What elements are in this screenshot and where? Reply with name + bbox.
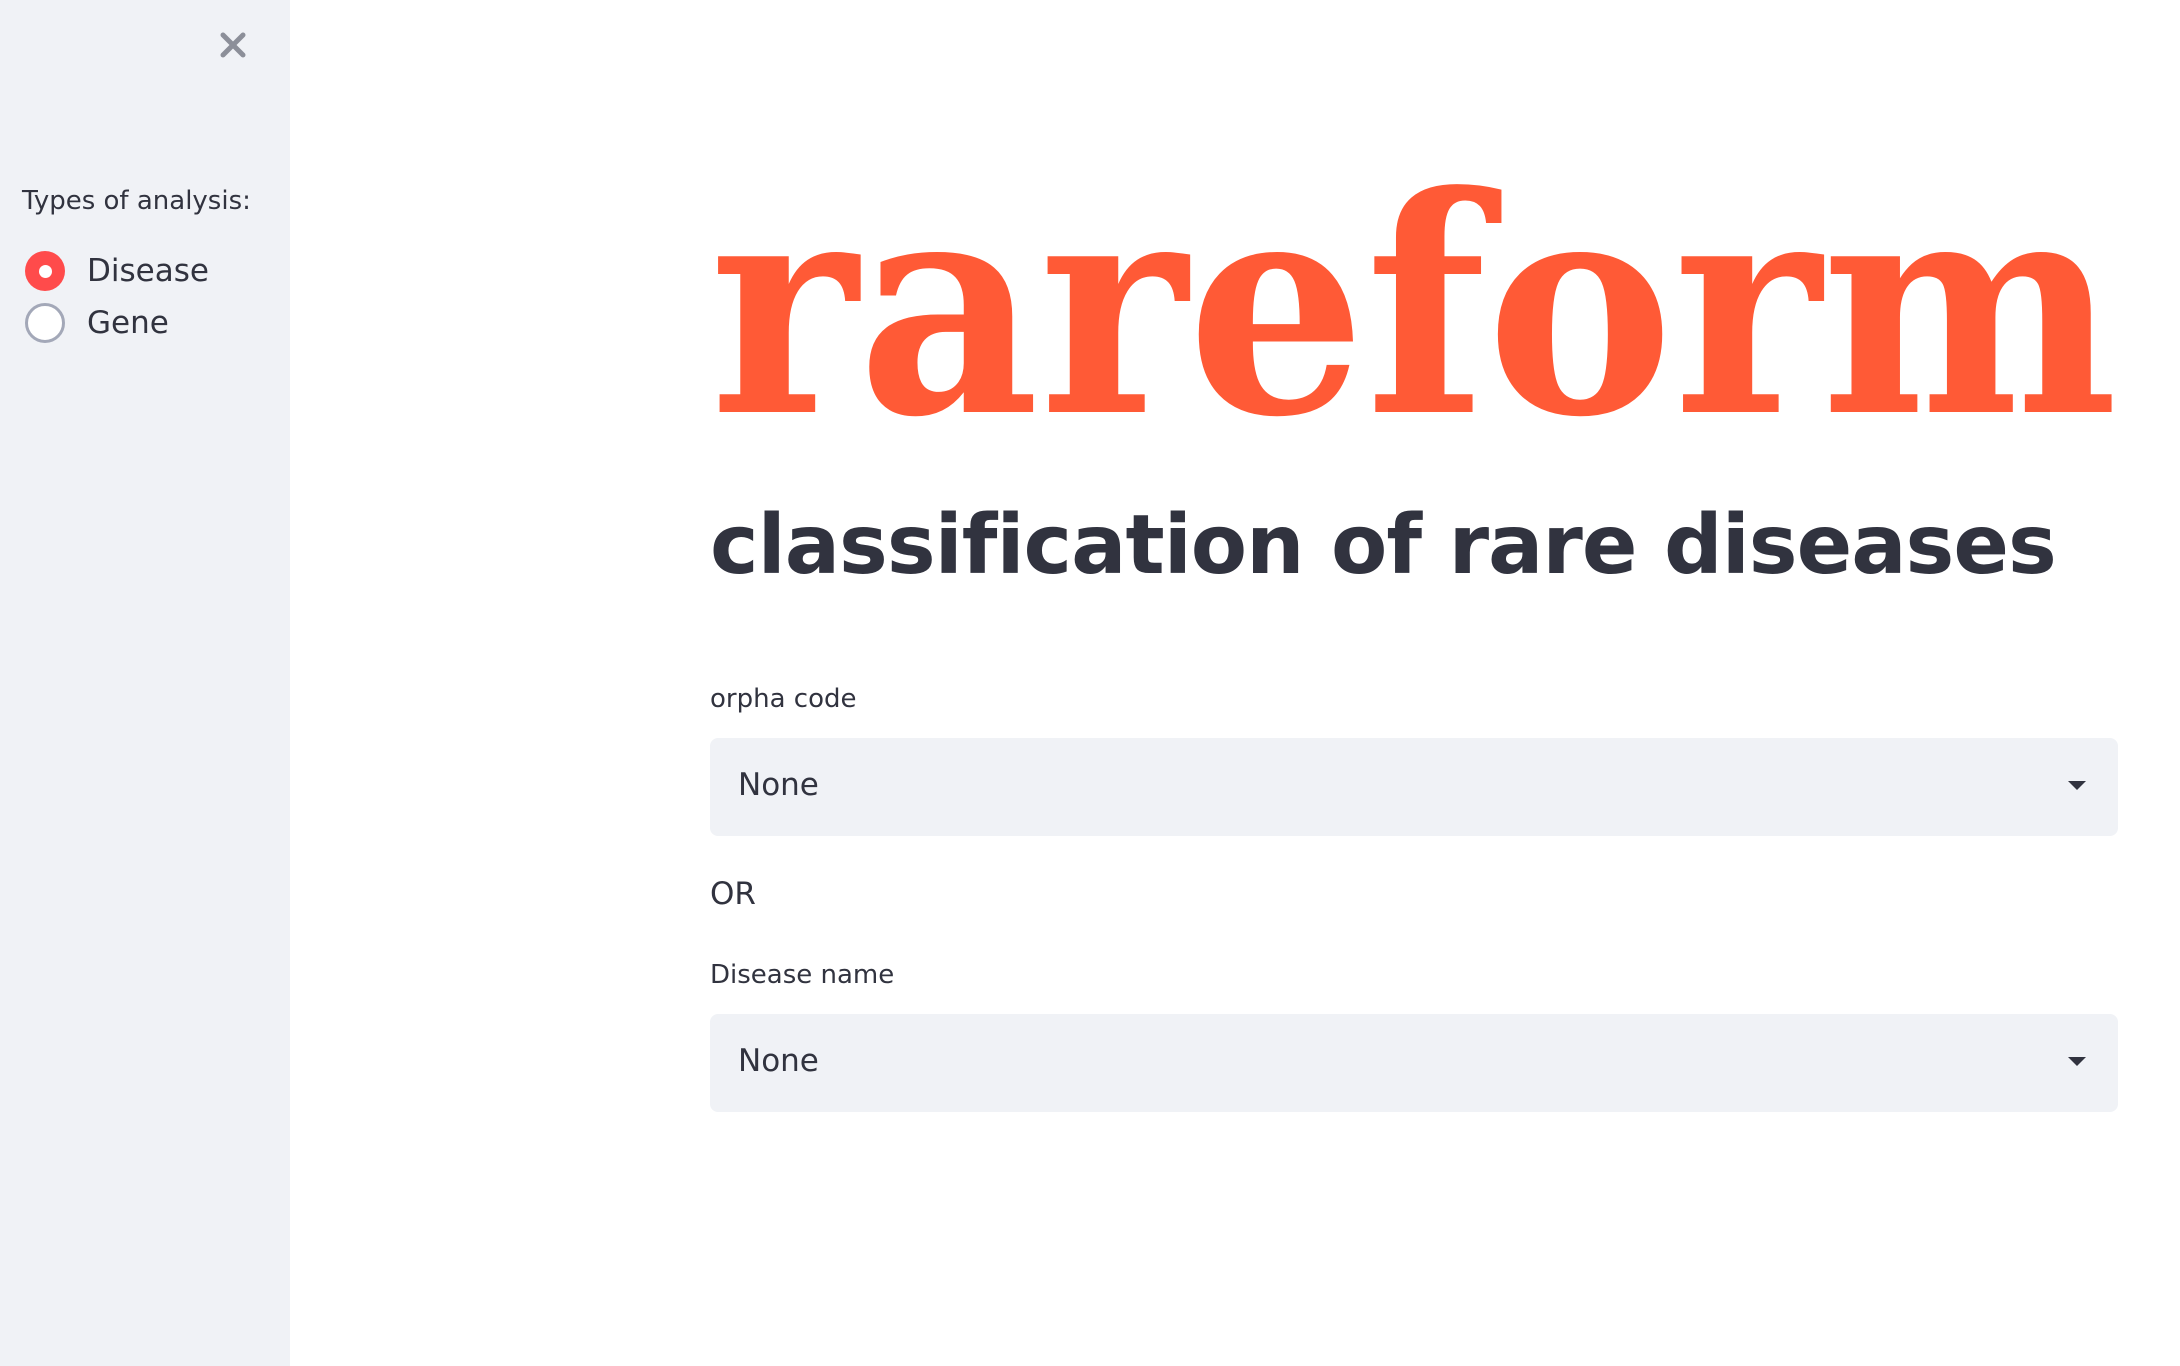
radio-option-disease[interactable]: Disease bbox=[25, 245, 209, 297]
chevron-down-icon bbox=[2068, 781, 2086, 790]
close-icon bbox=[220, 32, 246, 58]
disease-name-label: Disease name bbox=[710, 960, 895, 990]
radio-unchecked-icon[interactable] bbox=[25, 303, 65, 343]
disease-name-value: None bbox=[738, 1043, 819, 1079]
analysis-type-label: Types of analysis: bbox=[22, 186, 251, 216]
chevron-down-icon bbox=[2068, 1057, 2086, 1066]
radio-checked-icon[interactable] bbox=[25, 251, 65, 291]
disease-name-select[interactable]: None bbox=[710, 1014, 2118, 1112]
orpha-code-value: None bbox=[738, 767, 819, 803]
logo-text: rareform bbox=[710, 160, 2118, 430]
rareform-logo: rareform bbox=[710, 160, 2118, 430]
radio-label-gene: Gene bbox=[87, 305, 169, 341]
analysis-type-radio-group: Disease Gene bbox=[25, 245, 209, 349]
radio-label-disease: Disease bbox=[87, 253, 209, 289]
orpha-code-label: orpha code bbox=[710, 684, 857, 714]
main-content: rareform classification of rare diseases… bbox=[710, 0, 2120, 1366]
close-sidebar-button[interactable] bbox=[213, 25, 253, 65]
or-separator: OR bbox=[710, 876, 756, 912]
orpha-code-select[interactable]: None bbox=[710, 738, 2118, 836]
page-subtitle: classification of rare diseases bbox=[710, 498, 2057, 593]
sidebar: Types of analysis: Disease Gene bbox=[0, 0, 290, 1366]
radio-option-gene[interactable]: Gene bbox=[25, 297, 209, 349]
